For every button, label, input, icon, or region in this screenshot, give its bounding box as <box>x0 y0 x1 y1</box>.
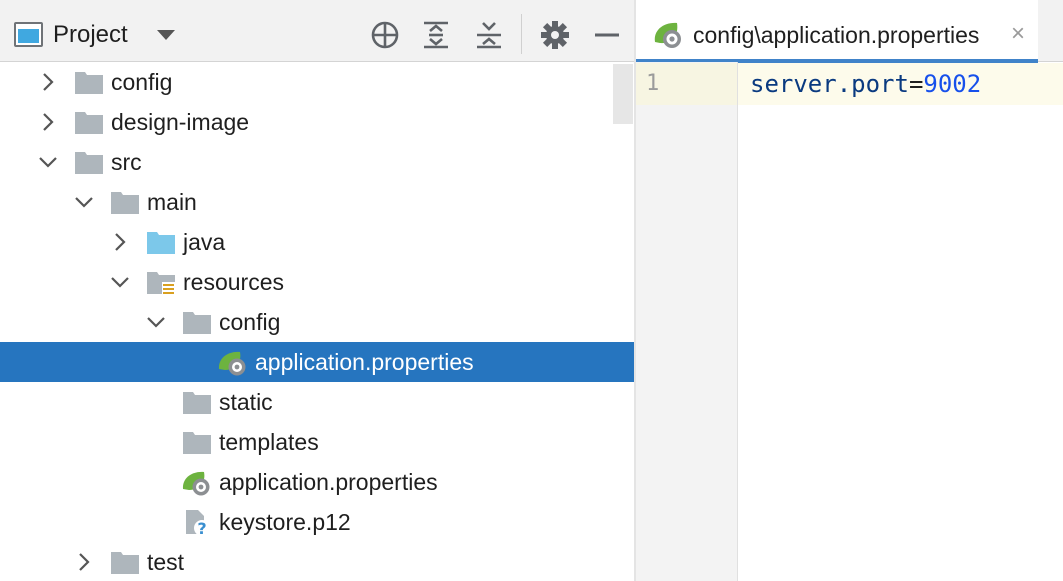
tree-row-application-properties[interactable]: application.properties <box>0 462 634 502</box>
tree-row-test[interactable]: test <box>0 542 634 581</box>
code-line[interactable]: server.port=9002 <box>750 69 981 99</box>
tab-label: config\application.properties <box>693 22 980 48</box>
close-icon[interactable]: × <box>1011 22 1025 46</box>
spring-properties-icon <box>182 470 212 496</box>
editor-tab-bar: config\application.properties × <box>636 0 1063 63</box>
tree-item-label: templates <box>219 429 319 455</box>
chevron-right-icon[interactable] <box>74 552 94 572</box>
tree-row-keystore-p12[interactable]: ? keystore.p12 <box>0 502 634 542</box>
tree-item-label: design-image <box>111 109 250 135</box>
tree-row-main[interactable]: main <box>0 182 634 222</box>
tree-item-label: resources <box>183 269 284 295</box>
property-value: 9002 <box>923 70 982 98</box>
tree-row-java[interactable]: java <box>0 222 634 262</box>
tree-item-label: application.properties <box>255 349 474 375</box>
chevron-right-icon[interactable] <box>38 72 58 92</box>
tab-application-properties[interactable]: config\application.properties × <box>636 0 1038 63</box>
tree-item-label: test <box>147 549 185 575</box>
property-key: server.port <box>750 70 909 98</box>
project-panel-title[interactable]: Project <box>53 20 128 50</box>
tree-row-static[interactable]: static <box>0 382 634 422</box>
chevron-down-icon[interactable] <box>157 30 175 40</box>
tree-row-config[interactable]: config <box>0 302 634 342</box>
tree-item-label: config <box>219 309 281 335</box>
tree-item-label: java <box>183 229 226 255</box>
folder-icon <box>182 430 212 456</box>
tree-item-label: config <box>111 69 173 95</box>
chevron-down-icon[interactable] <box>38 152 58 172</box>
tree-row-resources[interactable]: resources <box>0 262 634 302</box>
tree-item-label: src <box>111 149 142 175</box>
chevron-right-icon[interactable] <box>38 112 58 132</box>
folder-icon <box>74 150 104 176</box>
project-window-icon <box>14 22 43 47</box>
chevron-down-icon[interactable] <box>74 192 94 212</box>
spring-properties-icon <box>218 350 248 376</box>
tree-row-src[interactable]: src <box>0 142 634 182</box>
minimize-icon[interactable] <box>590 18 624 52</box>
expand-all-icon[interactable] <box>419 18 453 52</box>
editor-gutter <box>636 62 738 581</box>
locate-icon[interactable] <box>368 18 402 52</box>
source-folder-icon <box>146 230 176 256</box>
chevron-right-icon[interactable] <box>110 232 130 252</box>
tree-item-label: main <box>147 189 197 215</box>
chevron-down-icon[interactable] <box>146 312 166 332</box>
tree-item-label: application.properties <box>219 469 438 495</box>
tree-row-design-image[interactable]: design-image <box>0 102 634 142</box>
folder-icon <box>110 550 140 576</box>
project-tool-window: Project config design-image src main java res… <box>0 0 634 581</box>
gear-icon[interactable] <box>538 18 572 52</box>
folder-icon <box>182 390 212 416</box>
chevron-down-icon[interactable] <box>110 272 130 292</box>
line-number: 1 <box>646 71 660 96</box>
folder-icon <box>110 190 140 216</box>
tree-row-config[interactable]: config <box>0 62 634 102</box>
resources-folder-icon <box>146 270 176 296</box>
tree-row-application-properties[interactable]: application.properties <box>0 342 634 382</box>
tree-item-label: keystore.p12 <box>219 509 351 535</box>
tree-item-label: static <box>219 389 273 415</box>
project-panel-header: Project <box>0 0 634 62</box>
property-separator: = <box>908 70 924 98</box>
collapse-all-icon[interactable] <box>472 18 506 52</box>
tree-row-templates[interactable]: templates <box>0 422 634 462</box>
unknown-file-icon: ? <box>182 510 212 538</box>
folder-icon <box>182 310 212 336</box>
folder-icon <box>74 110 104 136</box>
editor-area: config\application.properties × 1 server… <box>636 0 1063 581</box>
svg-text:?: ? <box>197 519 206 538</box>
toolbar-separator <box>521 14 522 54</box>
folder-icon <box>74 70 104 96</box>
spring-properties-icon <box>652 20 684 50</box>
tree-scrollbar-thumb[interactable] <box>613 64 633 124</box>
